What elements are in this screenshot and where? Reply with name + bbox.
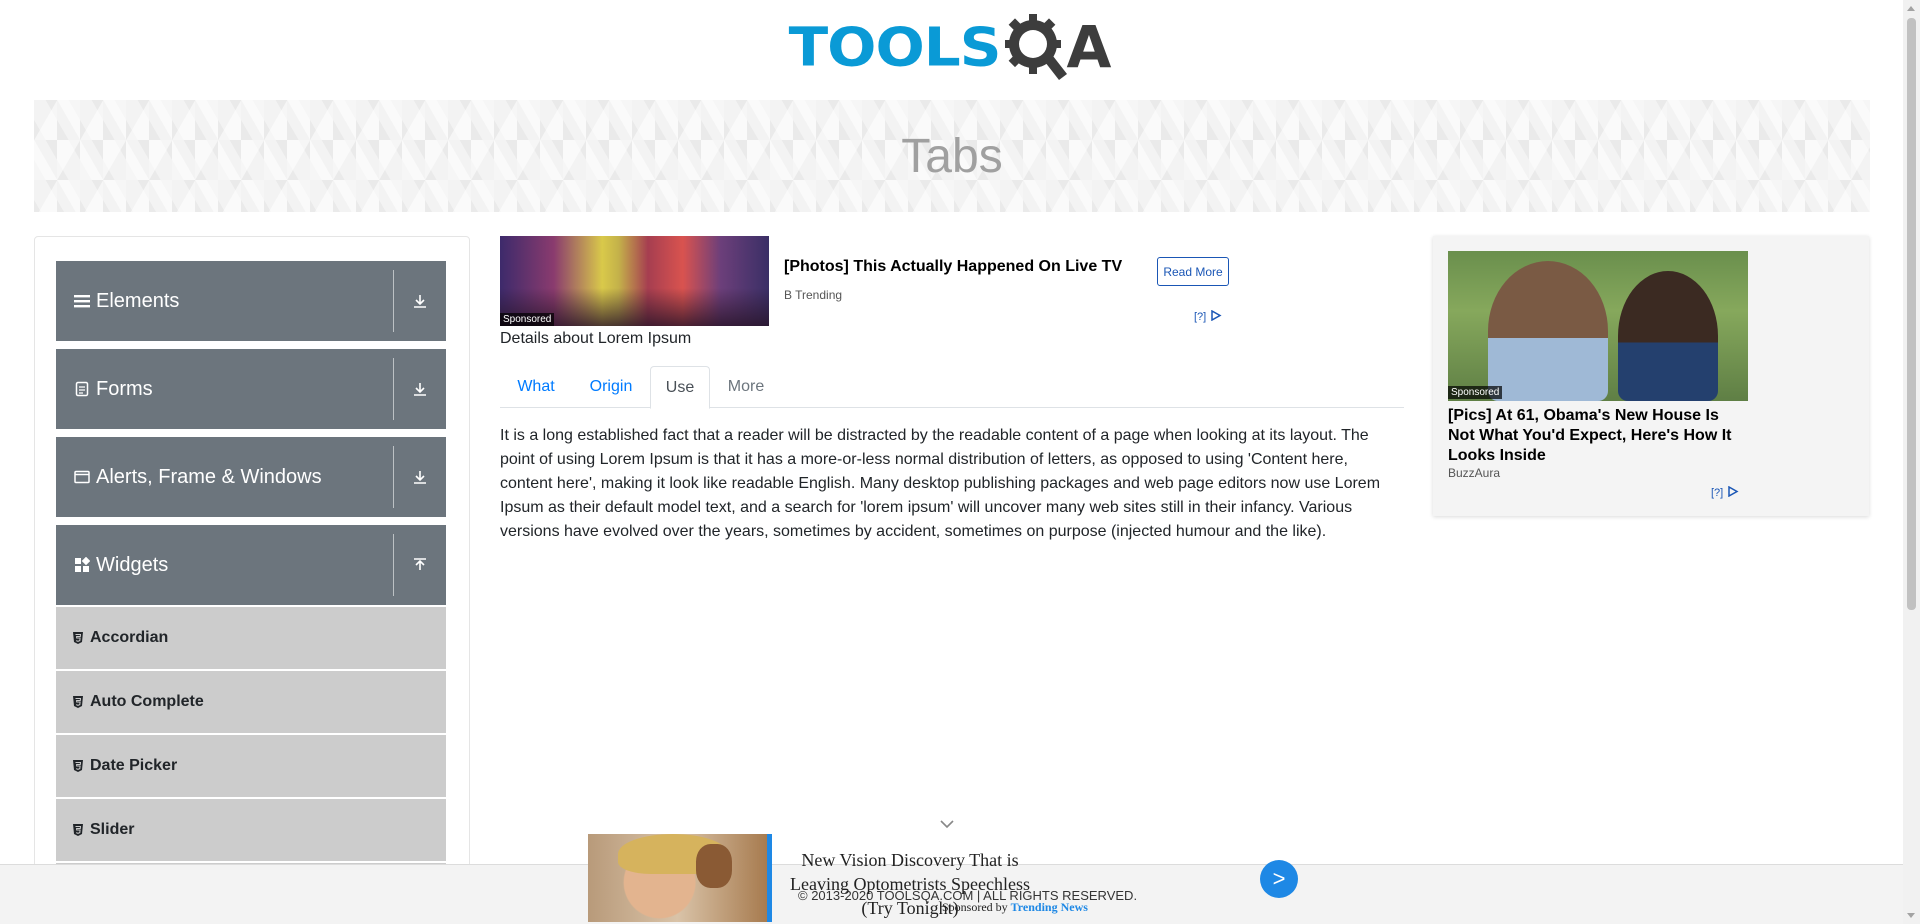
toolsqa-logo[interactable]: TOOLS A (788, 12, 1112, 82)
tab-panel-use: It is a long established fact that a rea… (500, 427, 1381, 540)
adchoices-icon[interactable]: [?] (1711, 485, 1740, 499)
sidebar-group-label: Alerts, Frame & Windows (96, 465, 322, 488)
logo-text-tools: TOOLS (788, 15, 1002, 79)
adchoices-icon[interactable]: [?] (1194, 309, 1223, 323)
ad-image-figure (1618, 271, 1718, 401)
ad-source: BuzzAura (1448, 466, 1501, 480)
html5-shield-icon (70, 823, 86, 837)
scroll-down-arrow-icon[interactable] (1907, 913, 1915, 918)
scroll-up-arrow-icon[interactable] (1907, 6, 1915, 11)
sidebar-item-label: Auto Complete (90, 693, 204, 710)
details-heading: Details about Lorem Ipsum (500, 330, 692, 347)
upload-arrow-icon[interactable] (394, 557, 446, 573)
download-arrow-icon[interactable] (394, 381, 446, 397)
ad-title[interactable]: [Pics] At 61, Obama's New House Is Not W… (1448, 406, 1748, 466)
ad-image-figure (1488, 261, 1608, 401)
sponsored-badge: Sponsored (500, 313, 555, 326)
ad-image[interactable] (1448, 251, 1748, 401)
window-icon (72, 467, 92, 487)
page-title: Tabs (901, 129, 1003, 183)
sidebar-group-label: Widgets (96, 553, 169, 576)
html5-shield-icon (70, 631, 86, 645)
sidebar-item-date-picker[interactable]: Date Picker (56, 735, 446, 797)
sponsor-name[interactable]: Trending News (1011, 900, 1088, 914)
hamburger-icon (72, 291, 92, 311)
tab-more: More (727, 378, 765, 395)
widgets-grid-icon (72, 555, 92, 575)
ad-choice-label: [?] (1711, 487, 1724, 499)
sidebar-group-alerts-frame-windows[interactable]: Alerts, Frame & Windows (56, 437, 446, 517)
sidebar-item-accordian[interactable]: Accordian (56, 607, 446, 669)
sticky-bottom-ad[interactable]: New Vision Discovery That is Leaving Opt… (588, 820, 1308, 924)
tab-origin[interactable]: Origin (572, 366, 650, 408)
sidebar-group-elements[interactable]: Elements (56, 261, 446, 341)
sidebar-item-label: Slider (90, 821, 135, 838)
ad-next-button[interactable]: > (1260, 860, 1298, 898)
download-arrow-icon[interactable] (394, 293, 446, 309)
logo-text-a: A (1066, 13, 1112, 81)
chevron-down-icon[interactable] (938, 818, 956, 830)
ad-sponsor-line: Sponsored by Trending News (942, 900, 1088, 915)
sidebar-item-auto-complete[interactable]: Auto Complete (56, 671, 446, 733)
ad-source: B Trending (784, 288, 843, 302)
right-ad[interactable]: Sponsored [Pics] At 61, Obama's New Hous… (1433, 236, 1869, 516)
sidebar-item-slider[interactable]: Slider (56, 799, 446, 861)
tabs-nav: What Origin Use More (500, 366, 1404, 409)
sponsored-badge: Sponsored (1448, 386, 1503, 399)
file-icon (72, 379, 92, 399)
sidebar-group-widgets[interactable]: Widgets (56, 525, 446, 605)
ad-choice-label: [?] (1194, 311, 1207, 323)
top-ad[interactable]: Sponsored [Photos] This Actually Happene… (500, 236, 1230, 328)
sidebar-item-label: Date Picker (90, 757, 178, 774)
html5-shield-icon (70, 695, 86, 709)
ad-image[interactable]: Sponsored (500, 236, 769, 326)
sidebar-item-label: Accordian (90, 629, 169, 646)
sidebar-group-label: Elements (96, 289, 180, 312)
tab-what[interactable]: What (500, 366, 572, 408)
download-arrow-icon[interactable] (394, 469, 446, 485)
html5-shield-icon (70, 759, 86, 773)
sidebar-group-forms[interactable]: Forms (56, 349, 446, 429)
sponsored-by-label: Sponsored by (942, 900, 1008, 914)
site-header: TOOLS A (0, 0, 1900, 100)
ad-image[interactable] (588, 834, 772, 922)
page-scrollbar[interactable] (1903, 0, 1920, 924)
tab-use[interactable]: Use (650, 366, 710, 409)
sidebar: Elements Forms Alerts, Frame & Windows W… (34, 236, 470, 924)
ad-title[interactable]: [Photos] This Actually Happened On Live … (784, 258, 1122, 276)
page-banner: Tabs (34, 100, 1870, 212)
gear-magnifier-icon (1004, 14, 1067, 80)
scrollbar-thumb[interactable] (1907, 18, 1916, 610)
read-more-button[interactable]: Read More (1157, 257, 1229, 286)
sidebar-group-label: Forms (96, 377, 153, 400)
ad-image-figure (696, 844, 732, 888)
